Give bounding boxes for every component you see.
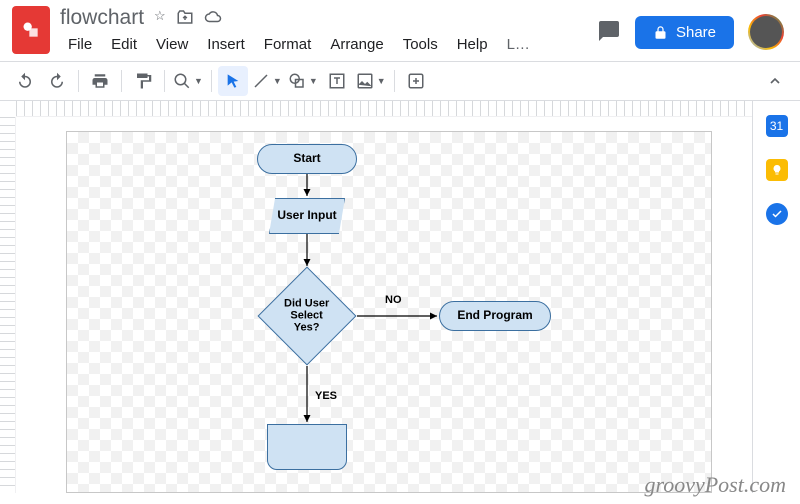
ruler-vertical[interactable]	[0, 117, 16, 493]
flowchart: Start User Input Did User Select Yes? NO…	[67, 132, 711, 492]
separator	[164, 70, 165, 92]
menu-more[interactable]: L…	[499, 32, 538, 57]
menu-edit[interactable]: Edit	[103, 32, 145, 57]
shape-tool[interactable]: ▼	[286, 72, 320, 90]
shape-process[interactable]	[267, 424, 347, 470]
document-title[interactable]: flowchart	[60, 6, 144, 30]
drawing-page[interactable]: Start User Input Did User Select Yes? NO…	[66, 131, 712, 493]
line-tool[interactable]: ▼	[250, 72, 284, 90]
workspace: Start User Input Did User Select Yes? NO…	[0, 101, 800, 493]
redo-button[interactable]	[42, 66, 72, 96]
menu-tools[interactable]: Tools	[395, 32, 446, 57]
watermark: groovyPost.com	[644, 472, 786, 498]
collapse-toolbar-button[interactable]	[760, 66, 790, 96]
undo-button[interactable]	[10, 66, 40, 96]
calendar-addon-icon[interactable]: 31	[766, 115, 788, 137]
chevron-down-icon: ▼	[194, 76, 203, 86]
menu-format[interactable]: Format	[256, 32, 320, 57]
share-button[interactable]: Share	[635, 16, 734, 49]
insert-comment-button[interactable]	[401, 66, 431, 96]
title-row: flowchart ☆	[60, 6, 538, 30]
textbox-tool[interactable]	[322, 66, 352, 96]
label-yes: YES	[315, 390, 337, 402]
menu-view[interactable]: View	[148, 32, 196, 57]
separator	[78, 70, 79, 92]
separator	[211, 70, 212, 92]
image-tool[interactable]: ▼	[354, 72, 388, 90]
app-header: flowchart ☆ File Edit View Insert Format	[0, 0, 800, 57]
share-label: Share	[676, 24, 716, 41]
header-right: Share	[597, 6, 788, 50]
separator	[394, 70, 395, 92]
zoom-icon	[173, 72, 191, 90]
side-panel: 31	[752, 101, 800, 493]
menu-arrange[interactable]: Arrange	[322, 32, 391, 57]
menu-help[interactable]: Help	[449, 32, 496, 57]
shape-start[interactable]: Start	[257, 144, 357, 174]
paint-format-button[interactable]	[128, 66, 158, 96]
toolbar: ▼ ▼ ▼ ▼	[0, 61, 800, 101]
shape-input[interactable]: User Input	[269, 198, 345, 234]
lock-icon	[653, 25, 668, 40]
tasks-addon-icon[interactable]	[766, 203, 788, 225]
account-avatar[interactable]	[748, 14, 784, 50]
move-icon[interactable]	[176, 8, 194, 29]
shape-decision[interactable]: Did User Select Yes?	[258, 267, 357, 366]
menu-bar: File Edit View Insert Format Arrange Too…	[60, 32, 538, 57]
star-icon[interactable]: ☆	[154, 8, 166, 29]
menu-insert[interactable]: Insert	[199, 32, 253, 57]
title-actions: ☆	[154, 8, 222, 29]
title-block: flowchart ☆ File Edit View Insert Format	[60, 6, 538, 57]
print-button[interactable]	[85, 66, 115, 96]
canvas-wrap: Start User Input Did User Select Yes? NO…	[0, 101, 752, 493]
header-left: flowchart ☆ File Edit View Insert Format	[12, 6, 538, 57]
label-no: NO	[385, 294, 402, 306]
comments-button[interactable]	[597, 19, 621, 46]
separator	[121, 70, 122, 92]
ruler-horizontal[interactable]	[16, 101, 752, 117]
select-tool[interactable]	[218, 66, 248, 96]
keep-addon-icon[interactable]	[766, 159, 788, 181]
zoom-dropdown[interactable]: ▼	[171, 72, 205, 90]
menu-file[interactable]: File	[60, 32, 100, 57]
cloud-status-icon[interactable]	[204, 8, 222, 29]
canvas-area: Start User Input Did User Select Yes? NO…	[16, 117, 752, 493]
shapes-icon	[21, 20, 41, 40]
drawings-logo[interactable]	[12, 6, 50, 54]
shape-end[interactable]: End Program	[439, 301, 551, 331]
